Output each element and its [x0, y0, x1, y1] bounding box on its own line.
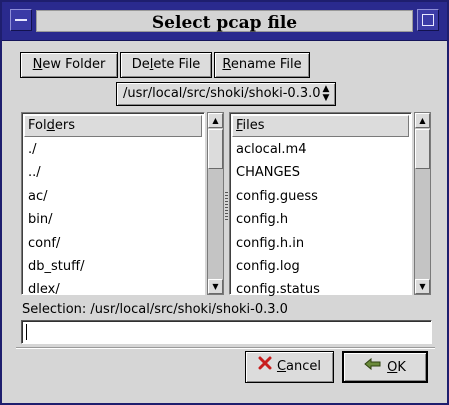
folders-list[interactable]: Folders ./ ../ ac/ bin/ conf/ db_stuff/ …	[21, 112, 205, 297]
folder-item[interactable]: ac/	[24, 185, 202, 208]
delete-file-button[interactable]: Delete File	[120, 52, 212, 78]
up-down-arrows-icon: ▲ ▼	[322, 84, 330, 103]
file-item[interactable]: config.h	[232, 208, 409, 231]
selection-label: Selection: /usr/local/src/shoki/shoki-0.…	[22, 302, 288, 317]
folders-header-accel: d	[46, 118, 55, 133]
cancel-label: ancel	[286, 359, 322, 374]
scroll-up-arrow-icon[interactable]: ▲	[415, 113, 430, 128]
file-item[interactable]: config.guess	[232, 185, 409, 208]
folder-item[interactable]: conf/	[24, 232, 202, 255]
files-column-header[interactable]: Files	[232, 115, 409, 137]
file-item[interactable]: config.status	[232, 278, 409, 301]
ok-button[interactable]: OK	[342, 351, 428, 383]
folders-header-pre: Fol	[28, 118, 47, 133]
file-item[interactable]: config.h.in	[232, 232, 409, 255]
text-caret	[26, 324, 27, 340]
folders-scrollbar[interactable]: ▲ ▼	[207, 112, 224, 295]
window-title: Select pcap file	[151, 13, 298, 33]
folder-item[interactable]: dlex/	[24, 278, 202, 301]
maximize-icon[interactable]	[417, 9, 439, 31]
file-select-dialog: Select pcap file New Folder Delete File …	[0, 0, 449, 405]
rename-file-accel: R	[222, 57, 231, 72]
new-folder-accel: N	[32, 57, 43, 72]
new-folder-label: ew Folder	[42, 57, 106, 72]
button-separator	[16, 347, 435, 349]
file-item[interactable]: aclocal.m4	[232, 138, 409, 161]
rename-file-button[interactable]: Rename File	[214, 52, 310, 78]
new-folder-button[interactable]: New Folder	[20, 52, 118, 78]
check-arrow-icon	[364, 353, 382, 383]
folder-item[interactable]: ./	[24, 138, 202, 161]
file-item[interactable]: config.log	[232, 255, 409, 278]
scroll-up-arrow-icon[interactable]: ▲	[208, 113, 223, 128]
directory-path-select[interactable]: /usr/local/src/shoki/shoki-0.3.0 ▲ ▼	[116, 82, 336, 106]
delete-file-label: ete File	[153, 57, 201, 72]
title-bar[interactable]: Select pcap file	[2, 2, 447, 41]
scroll-down-arrow-icon[interactable]: ▼	[415, 279, 430, 294]
folders-header-rest: ers	[54, 118, 75, 133]
directory-path-value: /usr/local/src/shoki/shoki-0.3.0	[123, 86, 321, 101]
scroll-down-arrow-icon[interactable]: ▼	[208, 279, 223, 294]
files-list[interactable]: Files aclocal.m4 CHANGES config.guess co…	[229, 112, 412, 297]
files-scroll-thumb[interactable]	[415, 129, 430, 169]
files-scrollbar[interactable]: ▲ ▼	[414, 112, 431, 295]
delete-file-label-pre: De	[131, 57, 150, 72]
file-item[interactable]: CHANGES	[232, 161, 409, 184]
ok-label: K	[397, 360, 406, 375]
folder-item[interactable]: bin/	[24, 208, 202, 231]
x-icon	[258, 352, 272, 382]
folders-scroll-thumb[interactable]	[208, 129, 223, 169]
cancel-button[interactable]: Cancel	[245, 351, 334, 383]
ok-accel: O	[387, 360, 398, 375]
pane-resize-handle[interactable]	[225, 192, 228, 222]
rename-file-label: ename File	[230, 57, 302, 72]
folder-item[interactable]: db_stuff/	[24, 255, 202, 278]
folders-column-header[interactable]: Folders	[24, 115, 202, 137]
selection-input[interactable]	[21, 320, 432, 344]
cancel-accel: C	[276, 359, 287, 374]
folder-item[interactable]: ../	[24, 161, 202, 184]
files-header-rest: iles	[242, 118, 265, 133]
